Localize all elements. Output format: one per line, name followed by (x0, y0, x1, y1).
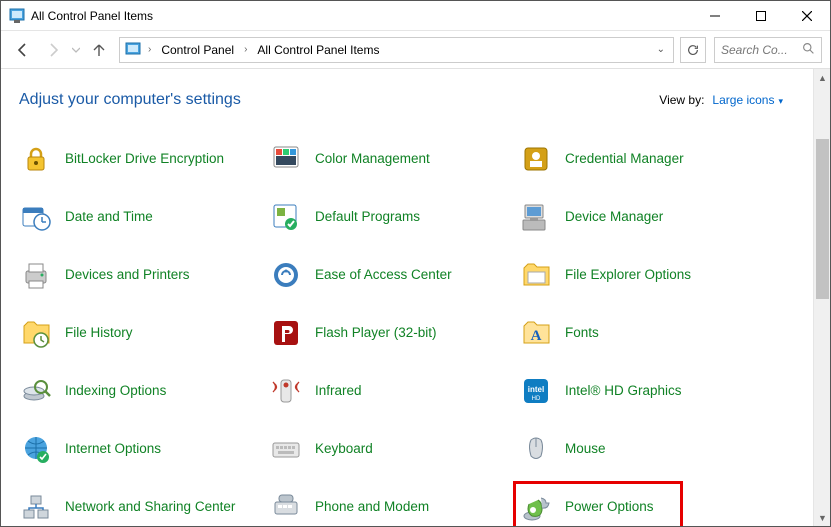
search-icon (802, 42, 815, 58)
cp-item-label: Power Options (565, 499, 654, 515)
infrared-icon (269, 374, 303, 408)
cp-item-label: Intel® HD Graphics (565, 383, 681, 399)
cp-item-label: Keyboard (315, 441, 373, 457)
cp-item-mouse[interactable]: Mouse (519, 429, 769, 469)
cp-item-ease[interactable]: Ease of Access Center (269, 255, 519, 295)
cp-item-intel[interactable]: intel HD Intel® HD Graphics (519, 371, 769, 411)
scroll-down-button[interactable]: ▼ (814, 509, 831, 526)
minimize-button[interactable] (692, 1, 738, 31)
chevron-right-icon: › (240, 44, 251, 55)
svg-text:HD: HD (532, 396, 541, 402)
flash-icon (269, 316, 303, 350)
close-button[interactable] (784, 1, 830, 31)
intel-icon: intel HD (519, 374, 553, 408)
scroll-up-button[interactable]: ▲ (814, 69, 831, 86)
navbar: › Control Panel › All Control Panel Item… (1, 31, 830, 69)
cp-item-label: Fonts (565, 325, 599, 341)
phone-icon (269, 490, 303, 524)
color-icon (269, 142, 303, 176)
internet-icon (19, 432, 53, 466)
filehistory-icon (19, 316, 53, 350)
cp-item-folderopts[interactable]: File Explorer Options (519, 255, 769, 295)
cp-item-label: Date and Time (65, 209, 153, 225)
scroll-thumb[interactable] (816, 139, 829, 299)
scrollbar[interactable]: ▲ ▼ (813, 69, 830, 526)
cp-item-label: Credential Manager (565, 151, 684, 167)
indexing-icon (19, 374, 53, 408)
cp-item-label: Ease of Access Center (315, 267, 452, 283)
cp-item-label: Devices and Printers (65, 267, 190, 283)
search-placeholder: Search Co... (721, 43, 796, 57)
page-title: Adjust your computer's settings (19, 91, 241, 109)
cp-item-internet[interactable]: Internet Options (19, 429, 269, 469)
ease-icon (269, 258, 303, 292)
cp-item-network[interactable]: Network and Sharing Center (19, 487, 269, 526)
chevron-down-icon: ▾ (778, 96, 783, 106)
cp-item-defaults[interactable]: Default Programs (269, 197, 519, 237)
window-title: All Control Panel Items (31, 9, 153, 23)
titlebar: All Control Panel Items (1, 1, 830, 31)
back-button[interactable] (9, 36, 37, 64)
credential-icon (519, 142, 553, 176)
cp-item-color[interactable]: Color Management (269, 139, 519, 179)
datetime-icon (19, 200, 53, 234)
control-panel-icon (9, 8, 25, 24)
cp-item-label: Indexing Options (65, 383, 166, 399)
defaults-icon (269, 200, 303, 234)
cp-item-keyboard[interactable]: Keyboard (269, 429, 519, 469)
breadcrumb-item[interactable]: All Control Panel Items (253, 41, 383, 59)
cp-item-fonts[interactable]: A Fonts (519, 313, 769, 353)
control-panel-icon (124, 41, 142, 59)
bitlocker-icon (19, 142, 53, 176)
cp-item-label: File History (65, 325, 133, 341)
breadcrumb-item[interactable]: Control Panel (157, 41, 238, 59)
cp-item-label: BitLocker Drive Encryption (65, 151, 224, 167)
maximize-button[interactable] (738, 1, 784, 31)
network-icon (19, 490, 53, 524)
forward-button[interactable] (39, 36, 67, 64)
cp-item-infrared[interactable]: Infrared (269, 371, 519, 411)
power-icon (519, 490, 553, 524)
cp-item-label: Internet Options (65, 441, 161, 457)
cp-item-label: Infrared (315, 383, 362, 399)
content: Adjust your computer's settings View by:… (1, 69, 830, 526)
viewby-label: View by: (659, 93, 704, 107)
cp-item-label: Network and Sharing Center (65, 499, 235, 515)
cp-item-label: Phone and Modem (315, 499, 429, 515)
cp-item-filehistory[interactable]: File History (19, 313, 269, 353)
cp-item-phone[interactable]: Phone and Modem (269, 487, 519, 526)
cp-item-label: Default Programs (315, 209, 420, 225)
keyboard-icon (269, 432, 303, 466)
cp-item-power[interactable]: Power Options (519, 487, 769, 526)
mouse-icon (519, 432, 553, 466)
items-grid: BitLocker Drive Encryption Color Manageme… (19, 139, 803, 526)
recent-dropdown[interactable] (69, 36, 83, 64)
cp-item-label: File Explorer Options (565, 267, 691, 283)
cp-item-label: Device Manager (565, 209, 663, 225)
fonts-icon: A (519, 316, 553, 350)
cp-item-devicemgr[interactable]: Device Manager (519, 197, 769, 237)
breadcrumb-dropdown[interactable]: ⌄ (653, 44, 669, 55)
cp-item-bitlocker[interactable]: BitLocker Drive Encryption (19, 139, 269, 179)
printer-icon (19, 258, 53, 292)
folderopts-icon (519, 258, 553, 292)
main-panel: Adjust your computer's settings View by:… (1, 69, 813, 526)
cp-item-label: Color Management (315, 151, 430, 167)
cp-item-datetime[interactable]: Date and Time (19, 197, 269, 237)
cp-item-flash[interactable]: Flash Player (32-bit) (269, 313, 519, 353)
up-button[interactable] (85, 36, 113, 64)
search-input[interactable]: Search Co... (714, 37, 822, 63)
chevron-right-icon: › (144, 44, 155, 55)
viewby-dropdown[interactable]: Large icons▾ (712, 93, 783, 107)
cp-item-label: Mouse (565, 441, 606, 457)
refresh-button[interactable] (680, 37, 706, 63)
devicemgr-icon (519, 200, 553, 234)
cp-item-printer[interactable]: Devices and Printers (19, 255, 269, 295)
svg-text:A: A (531, 328, 542, 344)
cp-item-credential[interactable]: Credential Manager (519, 139, 769, 179)
breadcrumb[interactable]: › Control Panel › All Control Panel Item… (119, 37, 674, 63)
cp-item-label: Flash Player (32-bit) (315, 325, 437, 341)
cp-item-indexing[interactable]: Indexing Options (19, 371, 269, 411)
svg-text:intel: intel (528, 385, 544, 394)
